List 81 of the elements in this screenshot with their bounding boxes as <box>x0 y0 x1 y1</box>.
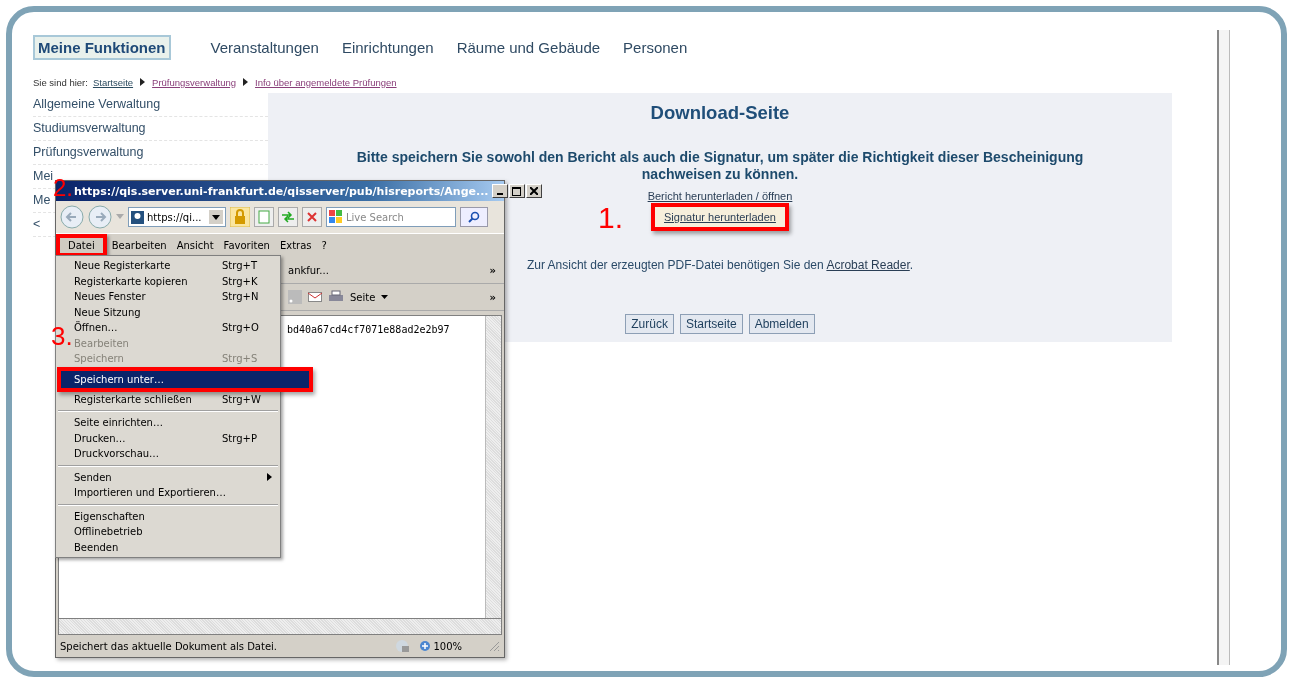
maximize-icon <box>512 186 521 196</box>
window-title: https://qis.server.uni-frankfurt.de/qisserver/pub/hisreports/Ange... <box>74 184 489 198</box>
overflow-chevron[interactable]: » <box>489 291 496 303</box>
sidebar-item[interactable]: Prüfungsverwaltung <box>33 145 144 160</box>
zoom-control[interactable]: 100% <box>419 640 462 652</box>
sidebar-item[interactable]: < <box>33 217 41 232</box>
printer-icon[interactable] <box>328 290 344 304</box>
menu-item[interactable]: Öffnen… Strg+O <box>73 320 276 336</box>
menu-item[interactable]: Neues Fenster Strg+N <box>73 289 276 305</box>
menubar-item[interactable]: Datei <box>56 234 107 257</box>
document-text: bd40a67cd4cf7071e88ad2e2b97 <box>287 324 450 335</box>
dropdown-icon[interactable] <box>209 210 223 224</box>
caret-icon[interactable] <box>381 294 389 300</box>
page-button[interactable]: Zurück <box>625 314 674 334</box>
menu-item[interactable]: Speichern unter… <box>57 366 313 392</box>
menubar-item[interactable]: Ansicht <box>171 239 219 252</box>
download-link[interactable]: Bericht herunterladen / öffnen <box>647 190 793 202</box>
forward-icon[interactable] <box>88 205 112 229</box>
mail-icon[interactable] <box>308 291 322 303</box>
address-field[interactable]: https://qi... <box>128 207 226 227</box>
menu-item[interactable]: Beenden <box>73 539 276 555</box>
menu-item[interactable]: Drucken… Strg+P <box>73 430 276 446</box>
step-number: 1. <box>598 205 624 231</box>
zoom-in-icon <box>419 640 432 652</box>
nav-tab[interactable]: Veranstaltungen <box>210 38 319 56</box>
page-button[interactable]: Abmelden <box>748 314 815 334</box>
menu-item[interactable]: Senden <box>73 469 276 485</box>
instruction-text: Bitte speichern Sie sowohl den Bericht als auch die Signatur, um später die Richtigkeit dieser Bescheinigung nachweisen zu können. <box>355 149 1085 183</box>
sidebar-item[interactable]: Allgemeine Verwaltung <box>33 97 161 112</box>
menu-item[interactable]: Registerkarte kopieren Strg+K <box>73 273 276 289</box>
search-button[interactable] <box>460 207 488 227</box>
triangle-icon <box>243 78 249 86</box>
nav-tab[interactable]: Personen <box>623 38 688 56</box>
browser-tab[interactable]: ankfur... <box>288 264 329 276</box>
breadcrumb-link[interactable]: Info über angemeldete Prüfungen <box>255 76 397 88</box>
menubar-item[interactable]: Favoriten <box>218 239 275 252</box>
overflow-chevron[interactable]: » <box>489 264 496 276</box>
acrobat-link[interactable]: Acrobat Reader <box>826 258 910 272</box>
minimize-button[interactable] <box>491 184 508 198</box>
page-button[interactable]: Startseite <box>679 314 743 334</box>
person-icon <box>131 210 144 224</box>
search-field[interactable]: Live Search <box>326 207 456 227</box>
menu-item[interactable]: Seite einrichten… <box>73 415 276 431</box>
breadcrumb-link[interactable]: Startseite <box>92 76 134 88</box>
sidebar-item[interactable]: Me <box>33 193 51 208</box>
breadcrumb-link[interactable]: Prüfungsverwaltung <box>152 76 237 88</box>
reader-note: Zur Ansicht der erzeugten PDF-Datei benötigen Sie den Acrobat Reader. <box>526 258 914 272</box>
menu-item[interactable]: Eigenschaften <box>73 508 276 524</box>
search-icon <box>468 211 480 223</box>
scrollbar[interactable] <box>1217 30 1230 665</box>
menu-item[interactable]: Neue Registerkarte Strg+T <box>73 258 276 274</box>
submenu-arrow-icon <box>267 473 272 482</box>
scrollbar[interactable] <box>58 619 502 635</box>
nav-tab[interactable]: Meine Funktionen <box>33 34 171 60</box>
status-text: Speichert das aktuelle Dokument als Datei. <box>60 640 279 652</box>
triangle-icon <box>140 78 146 86</box>
menubar-item[interactable]: Extras <box>274 239 317 252</box>
menu-item[interactable]: Druckvorschau… <box>73 446 276 462</box>
download-link[interactable]: Signatur herunterladen <box>651 203 789 231</box>
menu-item[interactable]: Registerkarte schließen Strg+W <box>73 391 276 407</box>
sidebar-item[interactable]: Studiumsverwaltung <box>33 121 146 136</box>
close-icon <box>529 187 538 195</box>
sidebar-item[interactable]: Mei <box>33 169 54 184</box>
stop-icon[interactable] <box>302 207 322 227</box>
page-title: Download-Seite <box>650 102 790 124</box>
menubar-item[interactable]: Bearbeiten <box>106 239 172 252</box>
nav-tab[interactable]: Räume und Gebäude <box>456 38 601 56</box>
resize-grip-icon[interactable] <box>488 640 500 652</box>
refresh-icon[interactable] <box>278 207 298 227</box>
menu-item[interactable]: Neue Sitzung <box>73 304 276 320</box>
flag-icon <box>329 210 343 224</box>
breadcrumb-label: Sie sind hier: <box>33 76 88 88</box>
back-icon[interactable] <box>60 205 84 229</box>
picture-icon[interactable] <box>254 207 274 227</box>
menu-item[interactable]: Importieren und Exportieren… <box>73 485 276 501</box>
nav-tab[interactable]: Einrichtungen <box>341 38 434 56</box>
menubar-item[interactable]: ? <box>316 239 332 252</box>
scrollbar[interactable] <box>485 316 501 618</box>
page-menu[interactable]: Seite <box>350 291 376 303</box>
step-number: 3. <box>51 324 73 348</box>
menu-item[interactable]: Offlinebetrieb <box>73 524 276 540</box>
